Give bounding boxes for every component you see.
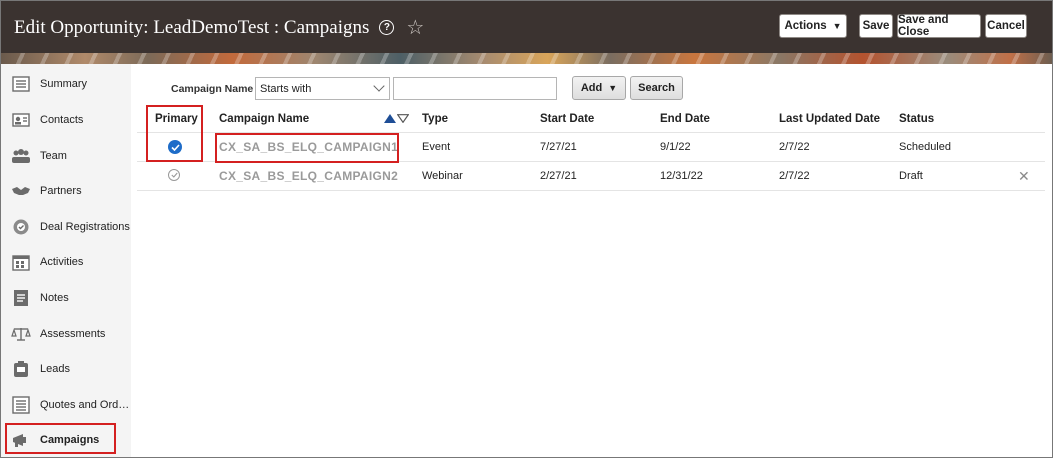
help-icon[interactable]: ? [379,20,395,35]
contacts-icon [11,111,31,129]
team-icon [11,147,31,165]
sidebar-item-deal-registrations[interactable]: Deal Registrations [5,210,131,244]
column-header-start-date[interactable]: Start Date [540,113,594,125]
sort-ascending-icon[interactable] [384,114,396,123]
campaign-type: Event [422,141,451,153]
sidebar-item-team[interactable]: Team [5,139,131,173]
decorative-banner [1,53,1052,64]
actions-button-label: Actions [784,20,827,32]
save-button-label: Save [862,20,890,32]
remove-row-icon[interactable]: ✕ [1018,168,1030,185]
campaign-type: Webinar [422,170,463,182]
sidebar-item-label: Assessments [40,328,106,340]
search-operator-value: Starts with [260,82,312,95]
sidebar-item-campaigns[interactable]: Campaigns [5,423,131,457]
campaign-name-search-label: Campaign Name [171,83,254,95]
sort-control[interactable] [384,114,409,123]
campaign-last-updated-date: 2/7/22 [779,141,810,153]
page-title-text: Edit Opportunity: LeadDemoTest : Campaig… [14,16,370,38]
search-button-label: Search [638,82,675,94]
column-header-campaign-name[interactable]: Campaign Name [219,113,309,125]
campaign-name-input[interactable] [393,77,557,100]
add-button-label: Add [580,82,603,94]
sidebar-item-contacts[interactable]: Contacts [5,103,131,137]
search-button[interactable]: Search [630,76,683,100]
campaign-start-date: 7/27/21 [540,141,577,153]
sidebar-item-label: Contacts [40,114,84,126]
chevron-down-icon [373,80,385,92]
campaigns-icon [11,431,31,449]
sidebar-item-summary[interactable]: Summary [5,67,131,101]
sidebar-item-label: Leads [40,363,70,375]
sidebar-item-label: Summary [40,78,88,90]
sidebar-item-activities[interactable]: Activities [5,245,131,279]
favorite-star-icon[interactable]: ☆ [406,15,424,40]
quotes-icon [11,396,31,414]
page-title: Edit Opportunity: LeadDemoTest : Campaig… [14,15,424,40]
sidebar-item-label: Activities [40,256,84,268]
campaign-status: Scheduled [899,141,951,153]
column-header-end-date[interactable]: End Date [660,113,710,125]
page-header: Edit Opportunity: LeadDemoTest : Campaig… [1,1,1052,53]
row-divider [137,161,1045,162]
column-header-primary[interactable]: Primary [155,113,198,125]
column-header-type[interactable]: Type [422,113,448,125]
primary-checked-icon[interactable] [168,140,182,154]
save-and-close-label: Save and Close [898,14,949,38]
sidebar-item-assessments[interactable]: Assessments [5,317,131,351]
notes-icon [11,289,31,307]
campaign-end-date: 12/31/22 [660,170,703,182]
campaign-start-date: 2/27/21 [540,170,577,182]
column-header-last-updated-date[interactable]: Last Updated Date [779,113,880,125]
sidebar-item-notes[interactable]: Notes [5,281,131,315]
column-header-status[interactable]: Status [899,113,934,125]
search-operator-select[interactable]: Starts with [255,77,390,100]
sidebar-item-label: Notes [40,292,69,304]
leads-icon [11,360,31,378]
caret-down-icon: ▼ [832,21,842,31]
campaign-status: Draft [899,170,923,182]
sort-descending-icon[interactable] [397,114,409,123]
sidebar-item-label: Partners [40,185,82,197]
activities-icon [11,253,31,271]
sidebar-item-label: Team [40,150,67,162]
deal-registrations-icon [11,218,31,236]
sidebar-item-partners[interactable]: Partners [5,174,131,208]
sidebar-item-label: Quotes and Ord… [40,399,130,411]
campaign-name-link[interactable]: CX_SA_BS_ELQ_CAMPAIGN2 [219,169,398,183]
sidebar-item-label: Deal Registrations [40,221,130,233]
actions-button[interactable]: Actions ▼ [779,14,847,38]
campaign-last-updated-date: 2/7/22 [779,170,810,182]
cancel-button[interactable]: Cancel [985,14,1027,38]
campaign-end-date: 9/1/22 [660,141,691,153]
summary-icon [11,75,31,93]
primary-unchecked-icon[interactable] [168,169,180,181]
header-divider [137,132,1045,133]
campaign-name-link[interactable]: CX_SA_BS_ELQ_CAMPAIGN1 [219,140,398,154]
row-divider [137,190,1045,191]
save-button[interactable]: Save [859,14,893,38]
assessments-icon [11,325,31,343]
sidebar-item-quotes-and-orders[interactable]: Quotes and Ord… [5,388,131,422]
app-window: Edit Opportunity: LeadDemoTest : Campaig… [0,0,1053,458]
sidebar-item-label: Campaigns [40,434,100,446]
partners-icon [11,182,31,200]
caret-down-icon: ▼ [608,83,618,93]
sidebar-item-leads[interactable]: Leads [5,352,131,386]
add-button[interactable]: Add ▼ [572,76,626,100]
cancel-button-label: Cancel [987,20,1025,32]
save-and-close-button[interactable]: Save and Close [897,14,981,38]
